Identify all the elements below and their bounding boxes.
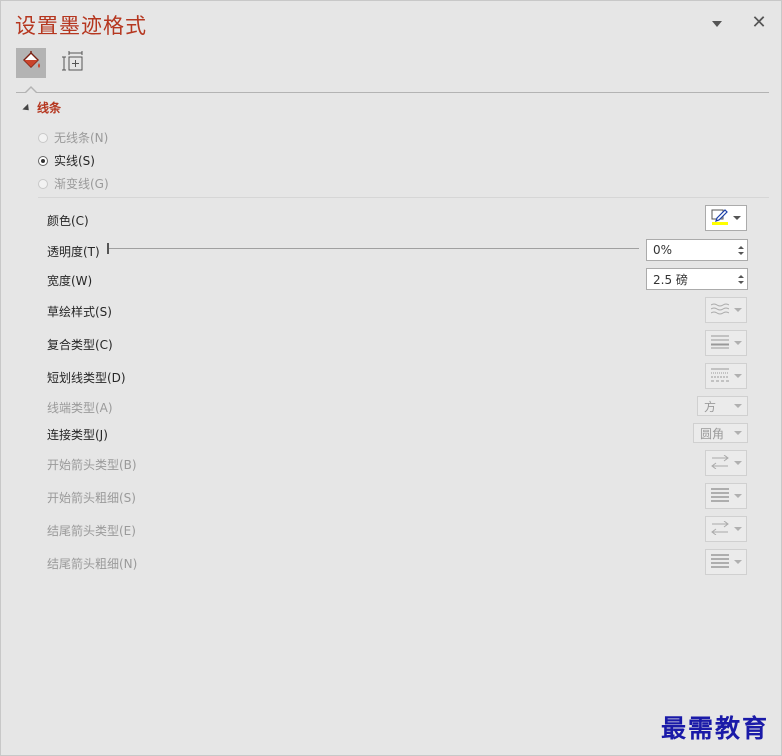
join-type-label: 连接类型(J)	[47, 428, 108, 442]
radio-label: 实线(S)	[54, 154, 95, 168]
arrow-type-icon	[710, 520, 729, 538]
width-spinner[interactable]: 2.5 磅	[646, 268, 748, 290]
chevron-down-icon	[734, 404, 742, 408]
sketch-style-icon	[710, 303, 729, 318]
section-label: 线条	[37, 101, 62, 115]
end-arrow-type-label: 结尾箭头类型(E)	[47, 524, 136, 538]
section-divider	[38, 197, 769, 198]
line-color-button[interactable]	[705, 205, 747, 231]
transparency-label: 透明度(T)	[47, 245, 100, 259]
begin-arrow-type-button[interactable]	[705, 450, 747, 476]
arrow-size-icon	[710, 553, 729, 571]
sketch-style-button[interactable]	[705, 297, 747, 323]
cap-type-value: 方	[704, 399, 717, 414]
radio-no-line[interactable]: 无线条(N)	[38, 129, 108, 146]
pane-title: 设置墨迹格式	[15, 14, 147, 38]
compound-type-label: 复合类型(C)	[47, 338, 113, 352]
decrement-icon[interactable]	[738, 251, 744, 255]
tab-divider	[16, 92, 769, 93]
paint-bucket-icon	[20, 50, 42, 76]
dash-type-button[interactable]	[705, 363, 747, 389]
tab-size-properties[interactable]	[58, 48, 88, 78]
join-type-value: 圆角	[700, 426, 725, 441]
width-label: 宽度(W)	[47, 274, 93, 288]
cap-type-label: 线端类型(A)	[47, 401, 113, 415]
watermark-text: 最需教育	[661, 714, 770, 743]
chevron-down-icon	[733, 527, 742, 531]
radio-solid-line[interactable]: 实线(S)	[38, 152, 95, 169]
end-arrow-type-button[interactable]	[705, 516, 747, 542]
begin-arrow-type-label: 开始箭头类型(B)	[47, 458, 137, 472]
join-type-select[interactable]: 圆角	[693, 423, 748, 443]
begin-arrow-size-label: 开始箭头粗细(S)	[47, 491, 136, 505]
chevron-down-icon	[733, 374, 742, 378]
tab-fill-line[interactable]	[16, 48, 46, 78]
radio-label: 渐变线(G)	[54, 177, 109, 191]
radio-circle	[38, 155, 48, 166]
compound-lines-icon	[710, 335, 729, 352]
arrow-size-icon	[710, 487, 729, 505]
decrement-icon[interactable]	[738, 280, 744, 284]
chevron-down-icon	[733, 308, 742, 312]
pane-options-button[interactable]	[707, 11, 727, 35]
chevron-down-icon	[733, 494, 742, 498]
color-label: 颜色(C)	[47, 214, 89, 228]
begin-arrow-size-button[interactable]	[705, 483, 747, 509]
chevron-down-icon	[733, 341, 742, 345]
chevron-down-icon	[712, 16, 722, 31]
increment-icon[interactable]	[738, 274, 744, 278]
sketch-style-label: 草绘样式(S)	[47, 305, 112, 319]
format-ink-pane: 设置墨迹格式 ✕ 线条 无线条(N) 实线(S) 渐变线(G) 颜色(C) 透明…	[0, 0, 782, 756]
dash-type-label: 短划线类型(D)	[47, 371, 126, 385]
chevron-down-icon	[734, 431, 742, 435]
chevron-down-icon	[733, 461, 742, 465]
chevron-down-icon	[733, 216, 741, 220]
compound-type-button[interactable]	[705, 330, 747, 356]
close-pane-button[interactable]: ✕	[749, 10, 769, 34]
line-section-header[interactable]: 线条	[22, 99, 62, 116]
width-value[interactable]: 2.5 磅	[647, 271, 735, 288]
transparency-value[interactable]: 0%	[647, 243, 735, 257]
radio-circle	[38, 178, 48, 189]
radio-circle	[38, 132, 48, 143]
end-arrow-size-label: 结尾箭头粗细(N)	[47, 557, 138, 571]
chevron-down-icon	[733, 560, 742, 564]
radio-label: 无线条(N)	[54, 131, 109, 145]
transparency-slider-track[interactable]	[109, 248, 639, 249]
pen-color-icon	[711, 208, 729, 229]
close-icon: ✕	[751, 11, 767, 33]
dash-lines-icon	[710, 368, 729, 385]
end-arrow-size-button[interactable]	[705, 549, 747, 575]
increment-icon[interactable]	[738, 245, 744, 249]
transparency-slider-handle[interactable]	[107, 243, 109, 254]
cap-type-select[interactable]: 方	[697, 396, 748, 416]
arrow-type-icon	[710, 454, 729, 472]
expand-triangle-icon	[22, 103, 32, 114]
radio-gradient-line[interactable]: 渐变线(G)	[38, 175, 109, 192]
size-position-icon	[61, 50, 85, 76]
transparency-spinner[interactable]: 0%	[646, 239, 748, 261]
